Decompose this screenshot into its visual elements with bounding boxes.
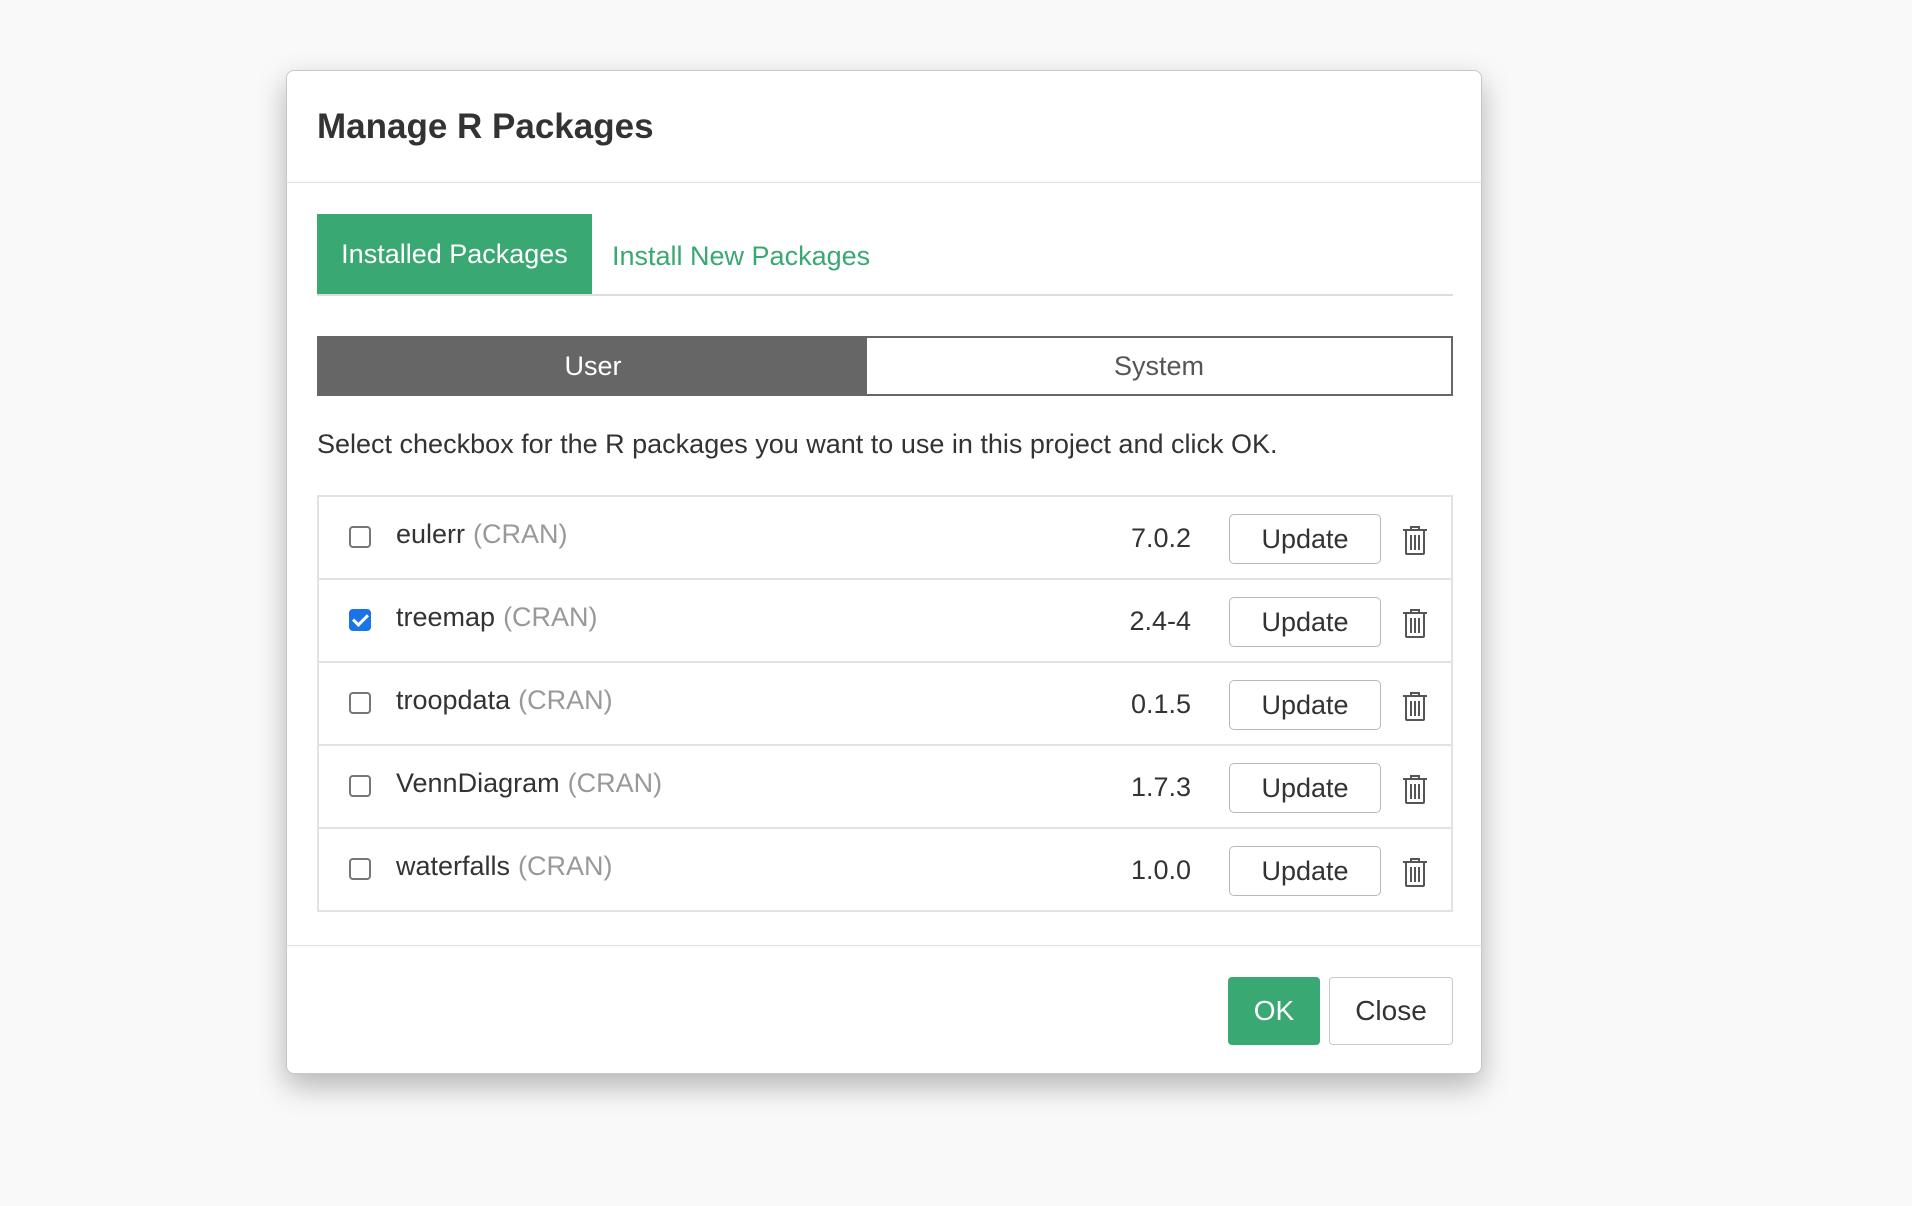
package-name: troopdata (CRAN) — [396, 685, 613, 716]
package-row: troopdata (CRAN) 0.1.5 Update — [319, 661, 1451, 744]
package-name-text: troopdata — [396, 685, 511, 715]
package-row: VennDiagram (CRAN) 1.7.3 Update — [319, 744, 1451, 827]
package-checkbox[interactable] — [349, 692, 371, 714]
package-version: 0.1.5 — [1130, 689, 1191, 719]
manage-packages-dialog: Manage R Packages Installed Packages Ins… — [286, 70, 1482, 1074]
package-version: 7.0.2 — [1130, 523, 1191, 553]
ok-button[interactable]: OK — [1228, 977, 1320, 1045]
segment-user[interactable]: User — [319, 338, 867, 394]
update-button[interactable]: Update — [1229, 846, 1381, 896]
dialog-header: Manage R Packages — [287, 71, 1481, 183]
package-checkbox[interactable] — [349, 775, 371, 797]
tab-install-new-packages[interactable]: Install New Packages — [592, 216, 890, 296]
trash-icon[interactable] — [1401, 607, 1429, 639]
package-name-text: waterfalls — [396, 851, 511, 881]
package-name: VennDiagram (CRAN) — [396, 768, 662, 799]
trash-icon[interactable] — [1401, 856, 1429, 888]
package-row: treemap (CRAN) 2.4-4 Update — [319, 578, 1451, 661]
package-checkbox[interactable] — [349, 609, 371, 631]
close-button[interactable]: Close — [1329, 977, 1453, 1045]
segment-system[interactable]: System — [867, 338, 1451, 394]
package-tabs: Installed Packages Install New Packages — [317, 214, 1453, 296]
trash-icon[interactable] — [1401, 524, 1429, 556]
dialog-footer: OK Close — [287, 945, 1481, 1075]
package-source: (CRAN) — [503, 602, 598, 632]
package-source: (CRAN) — [518, 851, 613, 881]
library-scope-toggle: User System — [317, 336, 1453, 396]
update-button[interactable]: Update — [1229, 514, 1381, 564]
package-list: eulerr (CRAN) 7.0.2 Update treemap (CRAN) … — [317, 495, 1453, 912]
package-version: 2.4-4 — [1129, 606, 1191, 636]
package-name: waterfalls (CRAN) — [396, 851, 613, 882]
package-name: treemap (CRAN) — [396, 602, 598, 633]
package-source: (CRAN) — [518, 685, 613, 715]
package-version: 1.7.3 — [1130, 772, 1191, 802]
trash-icon[interactable] — [1401, 773, 1429, 805]
package-source: (CRAN) — [567, 768, 663, 798]
package-name: eulerr (CRAN) — [396, 519, 568, 550]
package-row: waterfalls (CRAN) 1.0.0 Update — [319, 827, 1451, 910]
update-button[interactable]: Update — [1229, 680, 1381, 730]
update-button[interactable]: Update — [1229, 763, 1381, 813]
package-source: (CRAN) — [473, 519, 568, 549]
package-version: 1.0.0 — [1130, 855, 1191, 885]
trash-icon[interactable] — [1401, 690, 1429, 722]
package-name-text: VennDiagram — [396, 768, 560, 798]
package-name-text: eulerr — [396, 519, 466, 549]
dialog-title: Manage R Packages — [317, 107, 654, 146]
package-checkbox[interactable] — [349, 858, 371, 880]
tab-installed-packages[interactable]: Installed Packages — [317, 214, 592, 294]
package-checkbox[interactable] — [349, 526, 371, 548]
package-name-text: treemap — [396, 602, 496, 632]
package-row: eulerr (CRAN) 7.0.2 Update — [319, 497, 1451, 578]
update-button[interactable]: Update — [1229, 597, 1381, 647]
instruction-text: Select checkbox for the R packages you w… — [317, 429, 1278, 459]
